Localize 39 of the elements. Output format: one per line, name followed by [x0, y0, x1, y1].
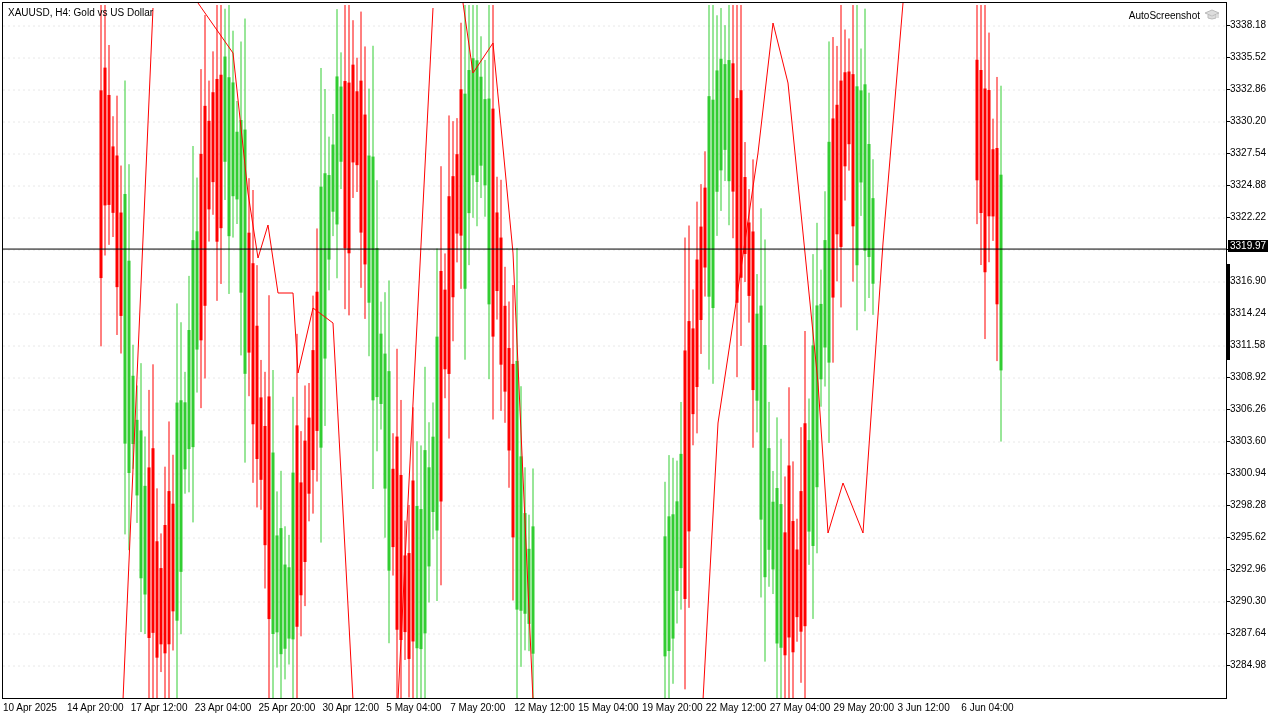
price-label: 3306.26 [1230, 403, 1267, 415]
time-label: 29 May 20:00 [833, 702, 895, 713]
price-label: 3316.90 [1230, 275, 1267, 287]
price-label: 3303.60 [1230, 435, 1267, 447]
price-label: 3327.54 [1230, 147, 1267, 159]
time-label: 15 May 04:00 [578, 702, 639, 713]
time-label: 30 Apr 12:00 [322, 702, 380, 713]
price-label: 3292.96 [1230, 563, 1267, 575]
price-label: 3284.98 [1230, 659, 1267, 671]
price-label: 3332.86 [1230, 83, 1267, 95]
current-price-label: 3319.97 [1228, 240, 1269, 253]
time-label: 7 May 20:00 [450, 702, 506, 713]
mortarboard-icon [1204, 9, 1220, 21]
price-label: 3322.22 [1230, 211, 1267, 223]
time-label: 6 Jun 04:00 [961, 702, 1014, 713]
time-label: 14 Apr 20:00 [66, 702, 124, 713]
price-label: 3295.62 [1230, 531, 1267, 543]
price-label: 3311.58 [1230, 339, 1266, 351]
watermark-label: AutoScreenshot [1128, 9, 1200, 21]
price-label: 3287.64 [1230, 627, 1267, 639]
time-label: 25 Apr 20:00 [258, 702, 316, 713]
price-label: 3330.20 [1230, 115, 1267, 127]
price-label: 3300.94 [1230, 467, 1267, 479]
time-label: 19 May 20:00 [641, 702, 703, 713]
price-label: 3338.18 [1230, 19, 1267, 31]
time-label: 5 May 04:00 [386, 702, 442, 713]
time-label: 3 Jun 12:00 [897, 702, 950, 713]
price-label: 3290.30 [1230, 595, 1267, 607]
price-label: 3335.52 [1230, 51, 1267, 63]
time-label: 17 Apr 12:00 [130, 702, 188, 713]
time-label: 27 May 04:00 [769, 702, 831, 713]
time-label: 23 Apr 04:00 [194, 702, 252, 713]
time-label: 10 Apr 2025 [3, 702, 57, 713]
price-label: 3308.92 [1230, 371, 1267, 383]
price-label: 3314.24 [1230, 307, 1267, 319]
price-label: 3298.28 [1230, 499, 1267, 511]
time-label: 22 May 12:00 [705, 702, 767, 713]
time-label: 12 May 12:00 [514, 702, 575, 713]
price-label: 3324.88 [1230, 179, 1267, 191]
